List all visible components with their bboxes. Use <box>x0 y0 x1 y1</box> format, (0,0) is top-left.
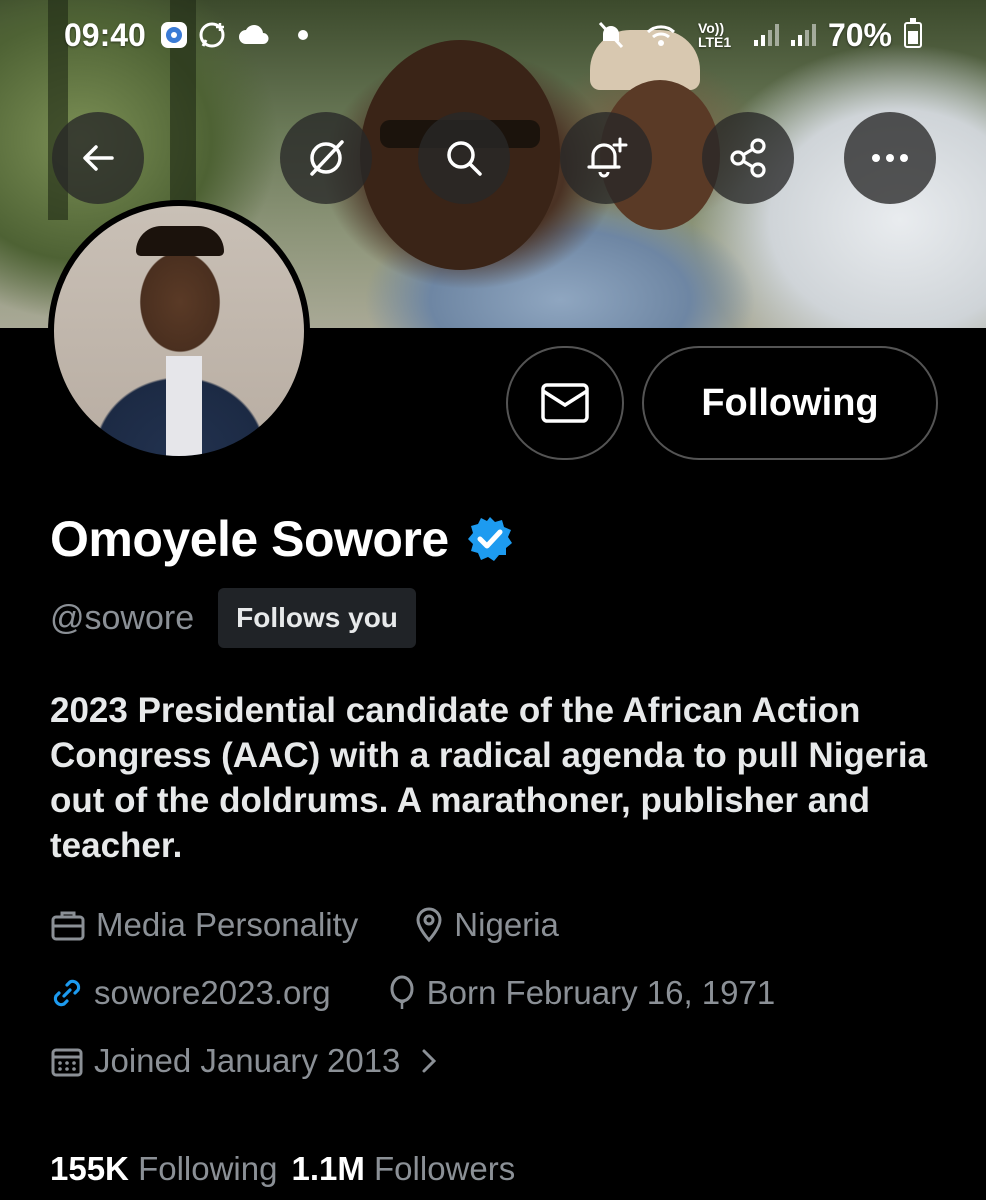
signal-icon-2 <box>790 24 816 46</box>
handle-row: @sowore Follows you <box>50 588 416 648</box>
profile-bio: 2023 Presidential candidate of the Afric… <box>50 691 928 865</box>
profession-text: Media Personality <box>96 906 359 943</box>
following-count: 155K <box>50 1150 129 1187</box>
profession-item: Media Personality <box>50 906 358 944</box>
follow-stats: 155K Following 1.1M Followers <box>50 1150 515 1188</box>
search-icon <box>447 141 482 176</box>
name-row: Omoyele Sowore <box>50 510 515 568</box>
back-button[interactable] <box>52 112 144 204</box>
grok-button[interactable] <box>280 112 372 204</box>
notify-button[interactable] <box>560 112 652 204</box>
avatar-hair <box>136 226 224 256</box>
following-label: Following <box>138 1150 278 1187</box>
grok-icon <box>310 140 344 176</box>
dot-indicator-icon <box>297 30 308 40</box>
whatsapp-icon <box>198 20 228 50</box>
followers-count: 1.1M <box>291 1150 365 1187</box>
battery-percent: 70% <box>827 16 892 53</box>
status-time: 09:40 <box>64 16 146 53</box>
birthday-text: Born February 16, 1971 <box>426 974 776 1011</box>
briefcase-icon <box>51 911 85 941</box>
location-text: Nigeria <box>454 906 559 943</box>
chevron-right-icon <box>422 1049 437 1073</box>
verified-badge-icon[interactable] <box>465 514 515 564</box>
profile-avatar[interactable] <box>48 200 310 462</box>
share-button[interactable] <box>702 112 794 204</box>
joined-item[interactable]: Joined January 2013 <box>50 1042 440 1080</box>
user-handle: @sowore <box>50 598 195 637</box>
meta-row-2: sowore2023.org Born February 16, 1971 <box>50 974 775 1012</box>
app-notification-icon <box>160 21 188 49</box>
status-bar: 09:40 Vo)) LTE1 70% <box>0 0 986 70</box>
signal-icon <box>753 24 779 46</box>
search-button[interactable] <box>418 112 510 204</box>
calendar-icon <box>51 1048 83 1077</box>
envelope-icon <box>541 383 589 423</box>
meta-row-1: Media Personality Nigeria <box>50 906 559 944</box>
website-item[interactable]: sowore2023.org <box>50 974 331 1012</box>
followers-label: Followers <box>374 1150 516 1187</box>
following-stat[interactable]: 155K Following <box>50 1150 277 1188</box>
avatar-shirt <box>166 356 202 456</box>
wifi-icon <box>646 23 676 47</box>
following-button[interactable]: Following <box>642 346 938 460</box>
display-name: Omoyele Sowore <box>50 511 449 567</box>
message-button[interactable] <box>506 346 624 460</box>
follows-you-badge: Follows you <box>218 588 416 648</box>
back-arrow-icon <box>83 145 114 171</box>
more-button[interactable] <box>844 112 936 204</box>
joined-text: Joined January 2013 <box>94 1042 401 1079</box>
meta-row-3: Joined January 2013 <box>50 1042 440 1080</box>
battery-icon <box>904 18 922 48</box>
cloud-icon <box>238 24 270 46</box>
location-item: Nigeria <box>414 906 559 944</box>
mute-icon <box>598 21 624 49</box>
network-label: Vo)) LTE1 <box>697 20 732 50</box>
birthday-item: Born February 16, 1971 <box>387 974 776 1012</box>
bell-plus-icon <box>587 137 628 178</box>
location-pin-icon <box>416 907 442 943</box>
share-icon <box>730 138 766 178</box>
link-icon <box>53 979 81 1007</box>
website-link[interactable]: sowore2023.org <box>94 974 331 1012</box>
followers-stat[interactable]: 1.1M Followers <box>291 1150 515 1188</box>
balloon-icon <box>390 975 414 1009</box>
more-icon <box>872 154 908 162</box>
